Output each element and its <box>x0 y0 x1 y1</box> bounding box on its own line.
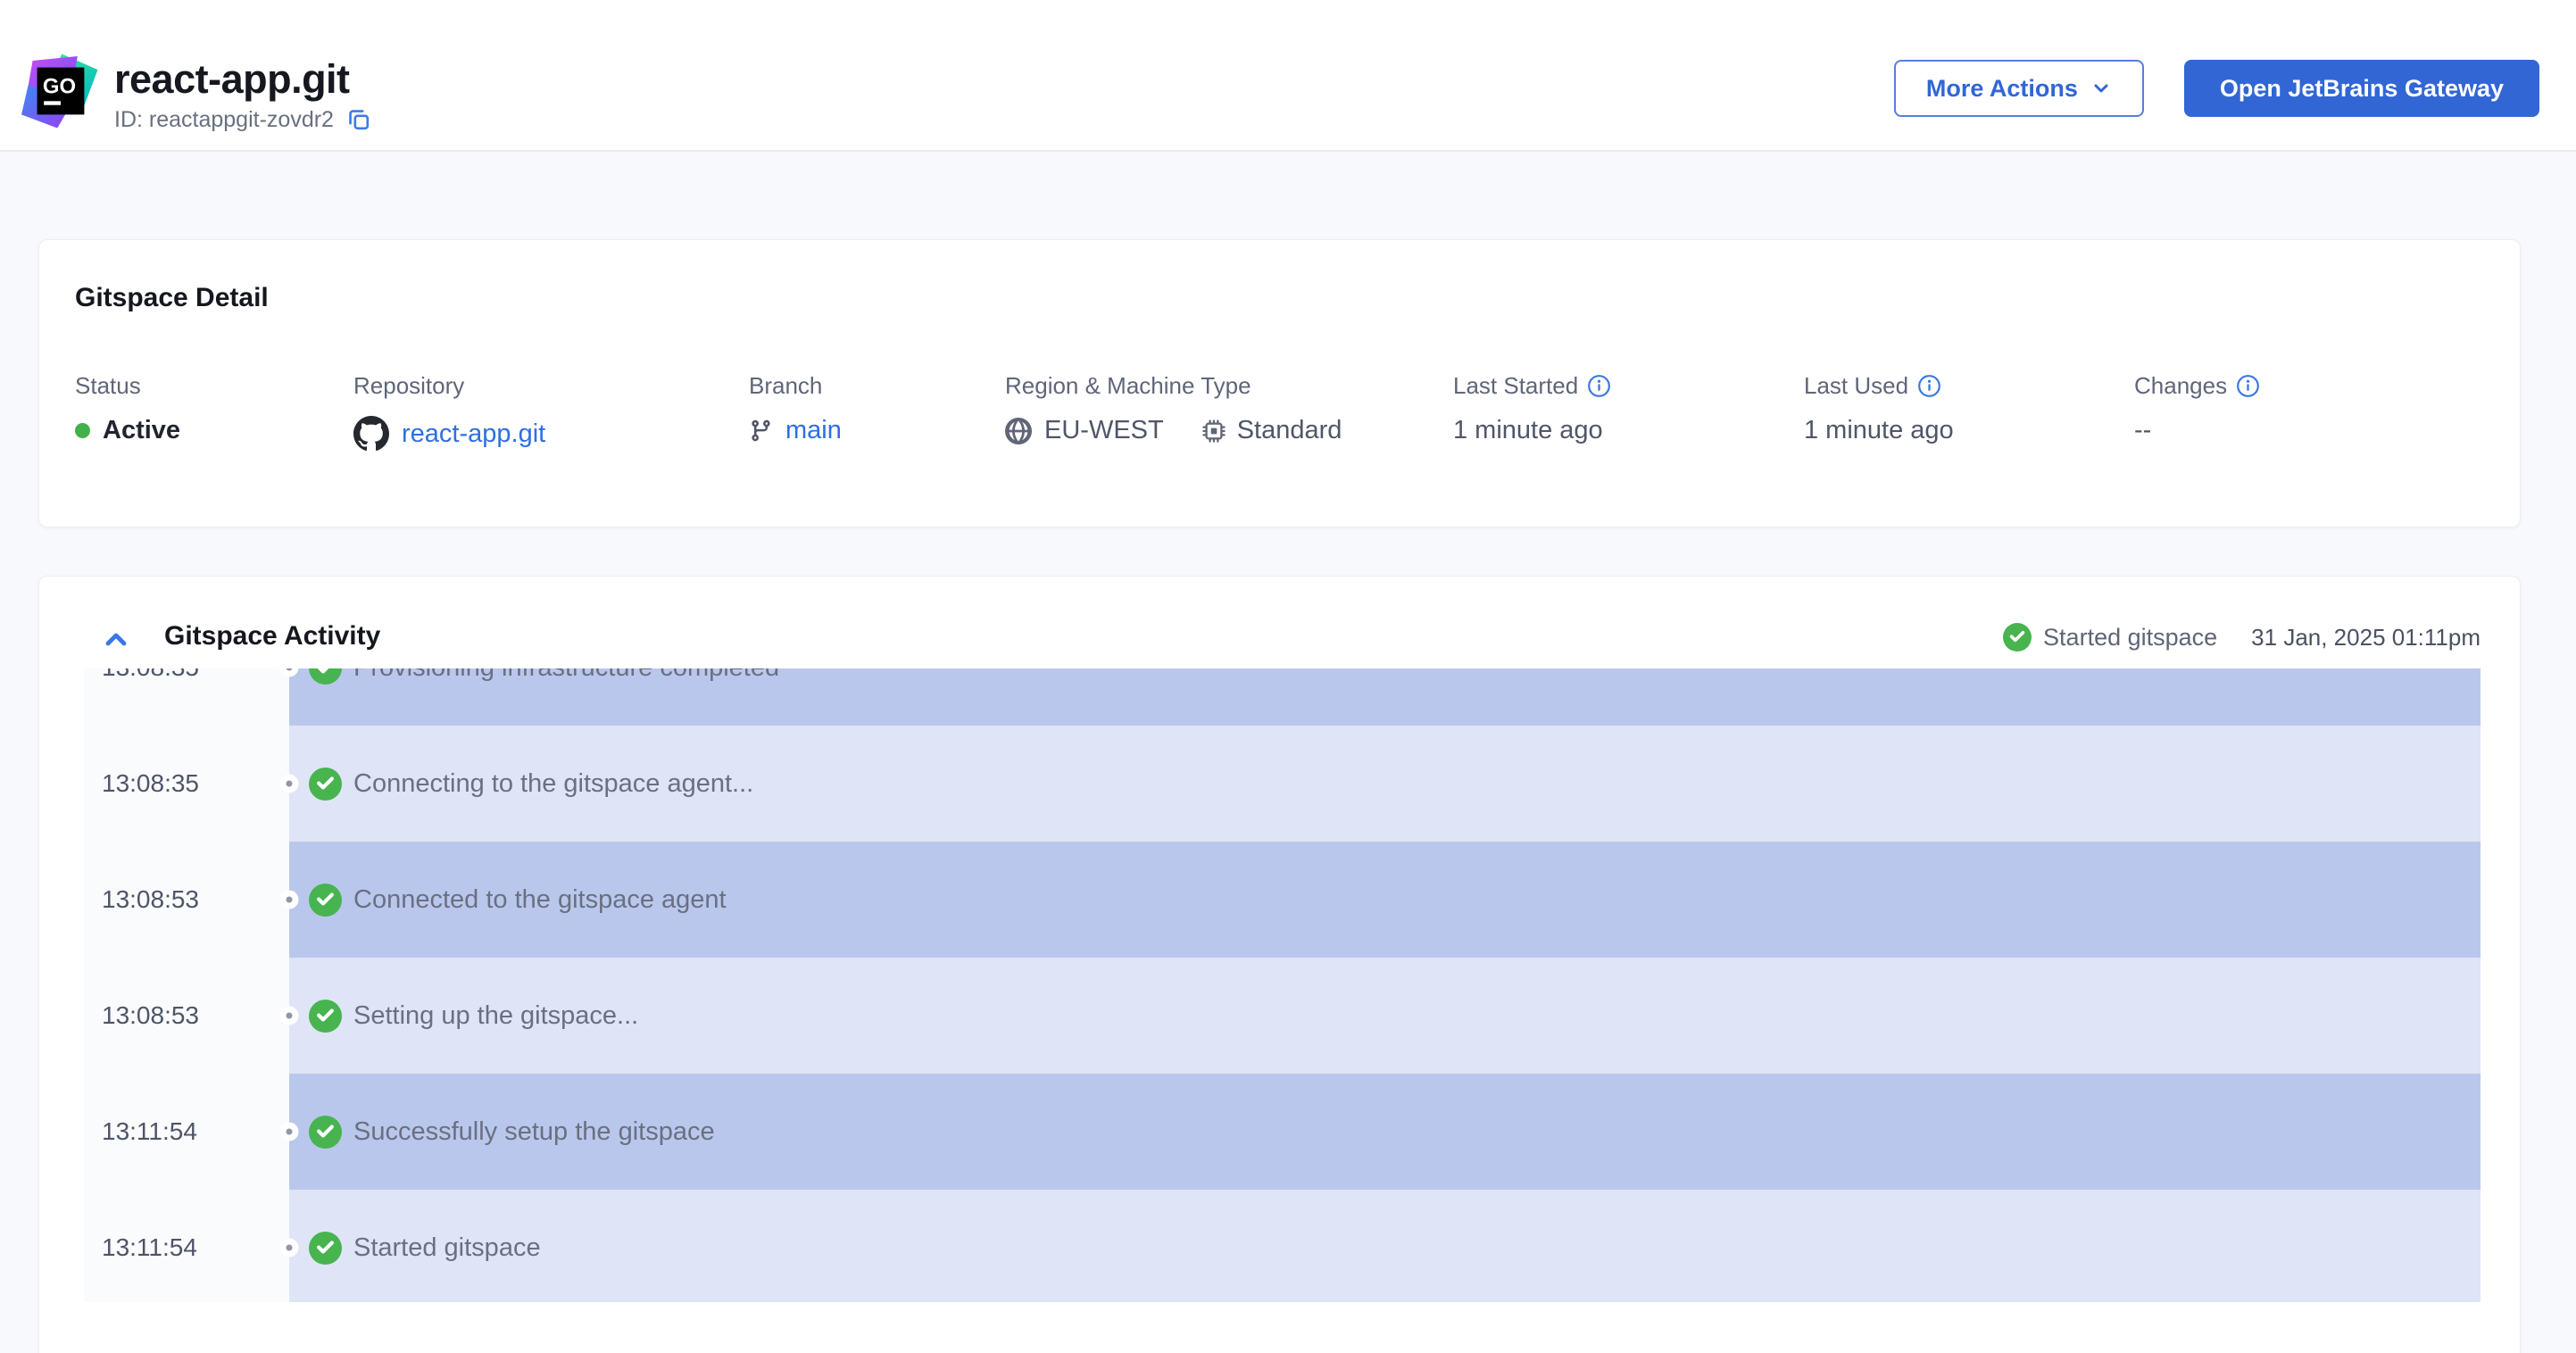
field-repository: Repository react-app.git <box>353 372 545 452</box>
activity-stripe: Setting up the gitspace... <box>279 958 2480 1074</box>
svg-text:GO: GO <box>43 75 76 99</box>
branch-link[interactable]: main <box>785 416 842 445</box>
activity-log-rows: 13:08:35 Provisioning infrastructure com… <box>84 668 2480 1302</box>
activity-stripe: Connected to the gitspace agent <box>279 842 2480 958</box>
check-circle-icon <box>309 999 342 1033</box>
timeline-dot-icon <box>279 774 299 793</box>
activity-stripe: Successfully setup the gitspace <box>279 1074 2480 1190</box>
field-region-machine: Region & Machine Type EU-WEST Standard <box>1005 372 1342 445</box>
gitspace-detail-card: Gitspace Detail Status Active Repository… <box>38 239 2521 527</box>
region-machine-label: Region & Machine Type <box>1005 372 1251 399</box>
activity-row: 13:11:54 Started gitspace <box>84 1190 2480 1302</box>
globe-icon <box>1005 417 1032 444</box>
timeline-dot-icon <box>279 1122 299 1141</box>
activity-message: Started gitspace <box>353 1233 541 1262</box>
activity-timestamp: 31 Jan, 2025 01:11pm <box>2251 623 2480 651</box>
detail-card-title: Gitspace Detail <box>75 283 269 312</box>
changes-value: -- <box>2134 416 2152 444</box>
last-started-label: Last Started <box>1453 372 1579 399</box>
status-value: Active <box>103 416 181 444</box>
branch-label: Branch <box>749 372 823 399</box>
activity-row: 13:08:35 Connecting to the gitspace agen… <box>84 726 2480 842</box>
activity-time: 13:11:54 <box>102 1117 197 1145</box>
cpu-icon <box>1202 419 1226 443</box>
activity-status-label: Started gitspace <box>2043 623 2218 651</box>
activity-message: Connected to the gitspace agent <box>353 884 727 914</box>
activity-message: Successfully setup the gitspace <box>353 1116 715 1146</box>
machine-type-value: Standard <box>1236 416 1342 444</box>
activity-time: 13:08:53 <box>102 1001 199 1029</box>
more-actions-label: More Actions <box>1925 74 2078 102</box>
check-circle-icon <box>309 883 342 917</box>
activity-message: Setting up the gitspace... <box>353 1000 639 1030</box>
activity-card-title: Gitspace Activity <box>164 621 381 651</box>
check-circle-icon <box>309 1115 342 1149</box>
activity-stripe: Connecting to the gitspace agent... <box>279 726 2480 842</box>
gitspace-activity-card: Gitspace Activity Started gitspace 31 Ja… <box>38 576 2521 1353</box>
repository-label: Repository <box>353 372 465 399</box>
github-icon <box>353 416 389 452</box>
region-value: EU-WEST <box>1044 416 1164 444</box>
chevron-up-icon[interactable] <box>102 625 130 653</box>
last-used-value: 1 minute ago <box>1804 416 1954 444</box>
copy-icon[interactable] <box>346 107 371 132</box>
info-icon[interactable] <box>1917 374 1941 398</box>
field-changes: Changes -- <box>2134 372 2260 445</box>
field-branch: Branch main <box>749 372 842 445</box>
last-started-value: 1 minute ago <box>1453 416 1603 444</box>
activity-log[interactable]: 13:08:35 Provisioning infrastructure com… <box>84 668 2480 1302</box>
activity-time: 13:08:35 <box>84 668 289 726</box>
status-label: Status <box>75 372 141 399</box>
more-actions-button[interactable]: More Actions <box>1893 60 2144 117</box>
activity-time: 13:08:53 <box>102 885 199 913</box>
field-status: Status Active <box>75 372 180 445</box>
activity-message: Connecting to the gitspace agent... <box>353 768 754 798</box>
activity-time: 13:08:35 <box>102 769 199 797</box>
timeline-dot-icon <box>279 1238 299 1258</box>
check-circle-icon <box>309 668 342 685</box>
timeline-dot-icon <box>279 890 299 909</box>
check-circle-icon <box>2003 623 2032 652</box>
activity-row: 13:08:53 Setting up the gitspace... <box>84 958 2480 1074</box>
info-icon[interactable] <box>1587 374 1611 398</box>
info-icon[interactable] <box>2236 374 2260 398</box>
timeline-dot-icon <box>279 1006 299 1025</box>
activity-row: 13:11:54 Successfully setup the gitspace <box>84 1074 2480 1190</box>
page-header: GO react-app.git ID: reactappgit-zovdr2 … <box>0 0 2576 152</box>
activity-stripe: Provisioning infrastructure completed <box>279 668 2480 726</box>
repository-link[interactable]: react-app.git <box>402 419 545 449</box>
status-dot-icon <box>75 423 90 438</box>
changes-label: Changes <box>2134 372 2228 399</box>
field-last-started: Last Started 1 minute ago <box>1453 372 1611 445</box>
open-jetbrains-gateway-button[interactable]: Open JetBrains Gateway <box>2183 60 2539 117</box>
activity-row: 13:08:35 Provisioning infrastructure com… <box>84 668 2480 726</box>
check-circle-icon <box>309 1231 342 1265</box>
last-used-label: Last Used <box>1804 372 1909 399</box>
gitspace-id: ID: reactappgit-zovdr2 <box>114 106 334 132</box>
field-last-used: Last Used 1 minute ago <box>1804 372 1954 445</box>
chevron-down-icon <box>2094 84 2108 93</box>
activity-time: 13:11:54 <box>102 1233 197 1261</box>
activity-row: 13:08:53 Connected to the gitspace agent <box>84 842 2480 958</box>
activity-stripe: Started gitspace <box>279 1190 2480 1302</box>
activity-message: Provisioning infrastructure completed <box>353 668 779 683</box>
page-title: react-app.git <box>114 56 350 102</box>
check-circle-icon <box>309 767 342 801</box>
git-branch-icon <box>752 419 770 442</box>
goland-app-icon: GO <box>21 52 100 130</box>
